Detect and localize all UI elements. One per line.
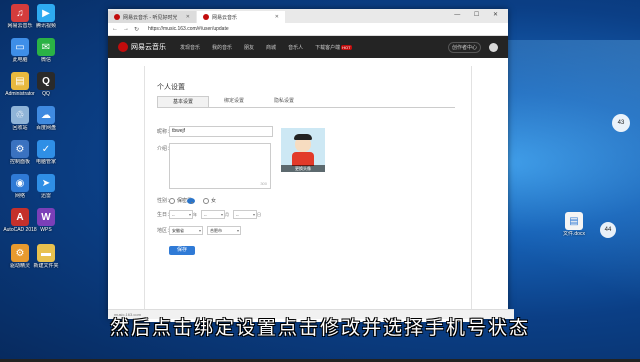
site-header: 网易云音乐 发现音乐 我的音乐 朋友 商城 音乐人 下载客户端 HOT 创作者中心: [108, 36, 508, 58]
site-logo[interactable]: 网易云音乐: [118, 42, 166, 52]
cloud-icon: ☁: [37, 106, 55, 124]
tab-title: 网易云音乐 - 听见好时光: [123, 14, 178, 21]
month-unit: 月: [225, 212, 229, 217]
desktop-icon-xunlei[interactable]: ➤ 迅雷: [28, 174, 64, 199]
nav-store[interactable]: 商城: [266, 44, 276, 51]
close-tab-icon[interactable]: ✕: [186, 14, 190, 20]
settings-tabs: 基本设置 绑定设置 隐私设置: [157, 96, 455, 108]
favicon-icon: [203, 14, 209, 20]
qq-icon: Q: [37, 72, 55, 90]
desktop-icon-wechat[interactable]: ✉ 微信: [28, 38, 64, 63]
wps-icon: W: [37, 208, 55, 226]
desktop-icon-pc-manager[interactable]: ✓ 电脑管家: [28, 140, 64, 165]
shield-icon: ✓: [37, 140, 55, 158]
address-bar: ← → ↻ https://music.163.com/#/user/updat…: [108, 23, 508, 36]
save-button[interactable]: 保存: [169, 246, 195, 255]
network-icon: ◉: [11, 174, 29, 192]
radio-dot: [169, 197, 175, 204]
desktop-widget-badge[interactable]: 44: [600, 222, 616, 238]
gender-radio-male[interactable]: 男: [187, 197, 195, 206]
recycle-bin-icon: ♲: [11, 106, 29, 124]
radio-dot: [203, 197, 209, 204]
icon-label: 文件.docx: [563, 231, 585, 237]
nav-download-label: 下载客户端: [315, 44, 341, 51]
browser-tabbar: 网易云音乐 - 听见好时光 ✕ 网易云音乐 ✕ — ☐ ✕: [108, 9, 508, 23]
forward-icon[interactable]: →: [123, 26, 129, 32]
settings-panel: 个人设置 基本设置 绑定设置 隐私设置 昵称： tbwejf 介绍： 300 更…: [144, 66, 472, 322]
birthday-day-select[interactable]: --: [233, 210, 257, 219]
nav-download[interactable]: 下载客户端 HOT: [315, 44, 352, 51]
favicon-icon: [114, 14, 120, 20]
folder-icon: ▤: [11, 72, 29, 90]
logo-icon: [118, 42, 128, 52]
video-subtitle: 然后点击绑定设置点击修改并选择手机号状态: [109, 318, 530, 339]
nav-friends[interactable]: 朋友: [244, 44, 254, 51]
desktop-icon-new-folder[interactable]: ▬ 新建文件夹: [28, 244, 64, 269]
nickname-input[interactable]: tbwejf: [169, 126, 273, 137]
day-unit: 日: [257, 212, 261, 217]
wechat-icon: ✉: [37, 38, 55, 56]
province-select[interactable]: 安徽省: [169, 226, 203, 235]
close-tab-icon[interactable]: ✕: [275, 14, 279, 20]
radio-dot: [187, 197, 195, 206]
desktop-icon-file[interactable]: ▤ 文件.docx: [556, 212, 592, 237]
desktop-icon-wps[interactable]: W WPS: [28, 208, 64, 233]
year-unit: 年: [193, 212, 197, 217]
video-icon: ▶: [37, 4, 55, 22]
tab-privacy[interactable]: 隐私设置: [259, 96, 309, 107]
icon-label: 电脑管家: [35, 159, 56, 165]
control-panel-icon: ⚙: [11, 140, 29, 158]
radio-label: 女: [211, 198, 217, 204]
icon-label: 百度网盘: [35, 125, 56, 131]
icon-label: WPS: [40, 227, 52, 233]
icon-label: 微信: [40, 57, 51, 63]
avatar-hair: [294, 134, 312, 140]
desktop-icon-qq[interactable]: Q QQ: [28, 72, 64, 97]
avatar-shirt: [292, 152, 314, 166]
icon-label: 新建文件夹: [33, 263, 59, 269]
avatar-preview[interactable]: 更换头像: [281, 128, 325, 172]
birthday-year-select[interactable]: --: [169, 210, 193, 219]
nav-my-music[interactable]: 我的音乐: [212, 44, 232, 51]
computer-icon: ▭: [11, 38, 29, 56]
page-title: 个人设置: [157, 84, 185, 91]
icon-label: 迅雷: [40, 193, 51, 199]
nav-musicians[interactable]: 音乐人: [288, 44, 303, 51]
icon-label: QQ: [42, 91, 50, 97]
change-avatar-button[interactable]: 更换头像: [281, 165, 325, 172]
driver-icon: ⚙: [11, 244, 29, 262]
user-avatar[interactable]: [489, 42, 498, 52]
browser-window: 网易云音乐 - 听见好时光 ✕ 网易云音乐 ✕ — ☐ ✕ ← → ↻ http…: [108, 9, 514, 322]
char-count: 300: [260, 181, 267, 186]
intro-textarea[interactable]: 300: [169, 143, 271, 189]
gender-radio-female[interactable]: 女: [203, 197, 216, 204]
creator-center-button[interactable]: 创作者中心: [447, 41, 481, 53]
desktop-widget-badge[interactable]: 43: [612, 114, 630, 132]
city-select[interactable]: 合肥市: [207, 226, 241, 235]
browser-tab[interactable]: 网易云音乐 - 听见好时光 ✕: [108, 11, 196, 23]
tab-title: 网易云音乐: [212, 14, 238, 21]
tab-basic[interactable]: 基本设置: [157, 96, 209, 107]
url-input[interactable]: https://music.163.com/#/user/update: [148, 26, 229, 32]
music-icon: ♫: [11, 4, 29, 22]
icon-label: 腾讯视频: [35, 23, 56, 29]
radio-label: 保密: [177, 198, 188, 204]
gender-radio-secret[interactable]: 保密: [169, 197, 187, 204]
refresh-icon[interactable]: ↻: [134, 26, 139, 33]
desktop-icon-tencent-video[interactable]: ▶ 腾讯视频: [28, 4, 64, 29]
hot-badge: HOT: [341, 44, 352, 50]
document-icon: ▤: [565, 212, 583, 230]
desktop-icon-baidu-pan[interactable]: ☁ 百度网盘: [28, 106, 64, 131]
tab-binding[interactable]: 绑定设置: [209, 96, 259, 107]
back-icon[interactable]: ←: [112, 26, 118, 32]
window-controls[interactable]: — ☐ ✕: [454, 11, 504, 18]
birthday-month-select[interactable]: --: [201, 210, 225, 219]
browser-tab-active[interactable]: 网易云音乐 ✕: [197, 11, 285, 23]
folder-icon: ▬: [37, 244, 55, 262]
logo-text: 网易云音乐: [131, 44, 166, 51]
xunlei-icon: ➤: [37, 174, 55, 192]
nav-discover[interactable]: 发现音乐: [180, 44, 200, 51]
autocad-icon: A: [11, 208, 29, 226]
